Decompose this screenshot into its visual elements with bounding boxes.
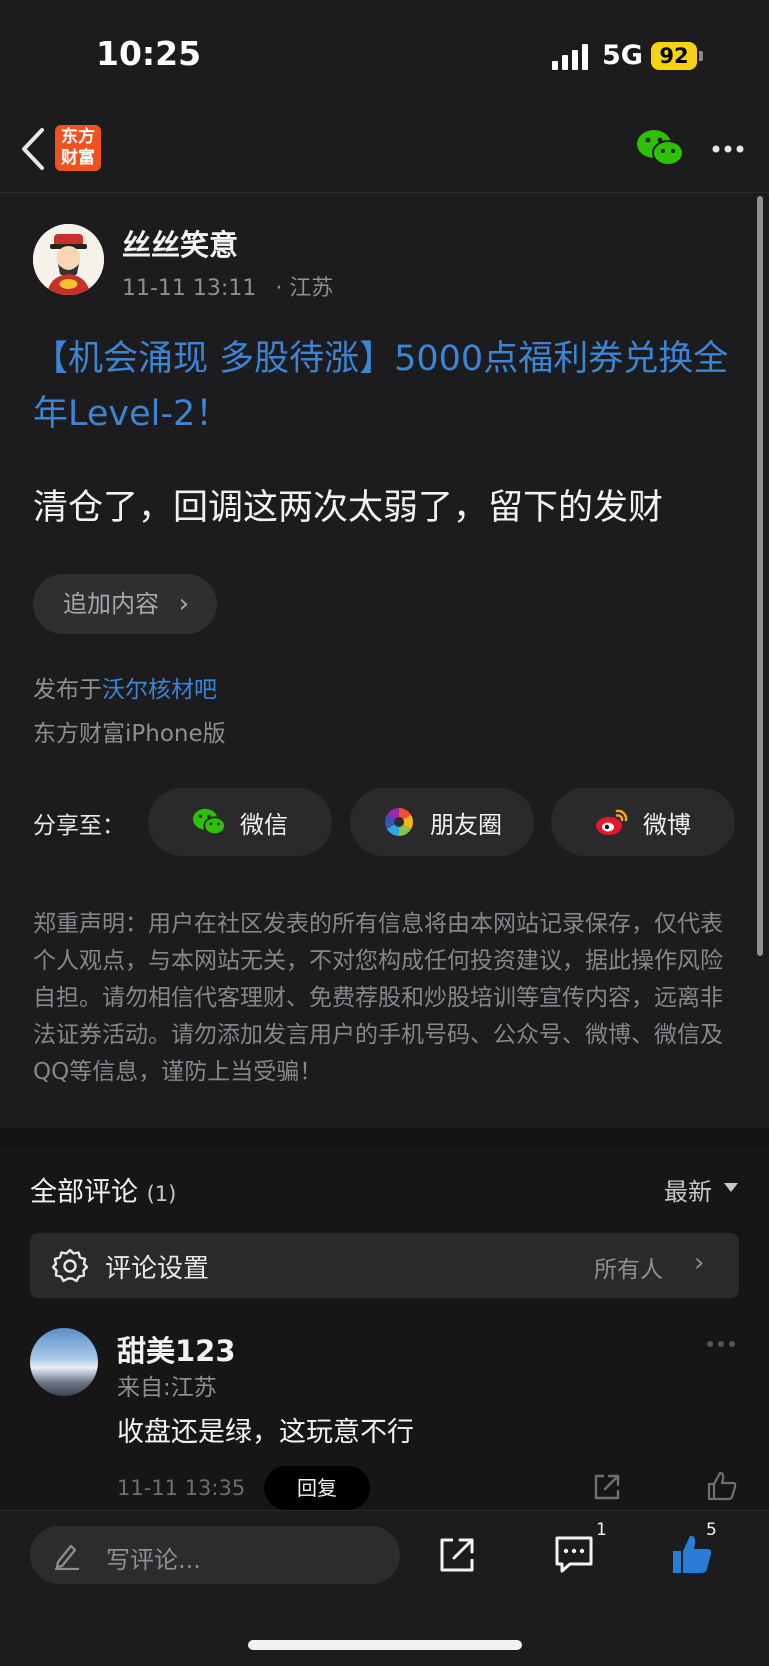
weibo-icon bbox=[596, 809, 628, 835]
append-content-button[interactable]: 追加内容 › bbox=[33, 574, 217, 634]
comment-settings-label: 评论设置 bbox=[105, 1254, 210, 1284]
network-type: 5G bbox=[602, 40, 643, 71]
moments-icon bbox=[385, 808, 413, 836]
share-moments-button[interactable]: 朋友圈 bbox=[350, 788, 534, 856]
share-weibo-label: 微博 bbox=[643, 810, 691, 839]
caret-down-icon[interactable] bbox=[724, 1183, 738, 1192]
forum-link[interactable]: 沃尔核材吧 bbox=[102, 677, 217, 703]
published-in: 发布于沃尔核材吧 bbox=[33, 670, 217, 704]
nav-divider bbox=[0, 192, 769, 193]
back-icon[interactable] bbox=[18, 126, 50, 172]
wechat-icon[interactable] bbox=[636, 128, 684, 168]
comment-more-icon[interactable] bbox=[706, 1340, 736, 1348]
like-count-badge: 5 bbox=[706, 1520, 717, 1540]
share-wechat-label: 微信 bbox=[240, 810, 288, 839]
commenter-location: 来自:江苏 bbox=[117, 1375, 217, 1401]
post-title-link[interactable]: 【机会涌现 多股待涨】5000点福利券兑换全年Level-2！ bbox=[33, 332, 733, 442]
share-icon[interactable] bbox=[437, 1535, 477, 1575]
author-avatar[interactable] bbox=[33, 224, 104, 295]
post-meta: 11-11 13:11 · 江苏 bbox=[122, 270, 333, 302]
post-body: 清仓了，回调这两次太弱了，留下的发财 bbox=[33, 488, 664, 528]
comment-time: 11-11 13:35 bbox=[117, 1476, 246, 1500]
chevron-right-icon: › bbox=[694, 1248, 705, 1278]
comment-count-badge: 1 bbox=[596, 1520, 607, 1540]
comments-title: 全部评论 bbox=[30, 1177, 138, 1208]
commenter-avatar[interactable] bbox=[30, 1328, 98, 1396]
append-content-label: 追加内容 bbox=[63, 590, 159, 618]
share-moments-label: 朋友圈 bbox=[430, 810, 502, 839]
signal-icon bbox=[552, 44, 590, 70]
comments-count: (1) bbox=[146, 1182, 177, 1206]
comment-settings-value: 所有人 bbox=[594, 1257, 663, 1283]
wechat-icon bbox=[192, 808, 226, 836]
disclaimer: 郑重声明：用户在社区发表的所有信息将由本网站记录保存，仅代表个人观点，与本网站无… bbox=[33, 911, 723, 1085]
status-time: 10:25 bbox=[96, 34, 202, 73]
share-wechat-button[interactable]: 微信 bbox=[148, 788, 332, 856]
section-divider bbox=[0, 1128, 769, 1148]
comment-input-placeholder: 写评论... bbox=[106, 1546, 201, 1574]
battery-icon: 92 bbox=[651, 42, 697, 70]
chevron-right-icon: › bbox=[178, 589, 189, 619]
caishen-avatar-icon bbox=[33, 224, 104, 295]
logo-line-2: 财富 bbox=[61, 148, 95, 168]
post-timestamp: 11-11 13:11 bbox=[122, 276, 257, 301]
logo-line-1: 东方 bbox=[61, 127, 95, 147]
post-location: · 江苏 bbox=[275, 276, 334, 301]
comment-text: 收盘还是绿，这玩意不行 bbox=[117, 1417, 414, 1448]
share-icon[interactable] bbox=[592, 1472, 622, 1502]
client-info: 东方财富iPhone版 bbox=[33, 721, 226, 747]
author-name[interactable]: 丝丝笑意 bbox=[122, 222, 238, 264]
published-prefix: 发布于 bbox=[33, 677, 102, 703]
reply-button[interactable]: 回复 bbox=[264, 1466, 370, 1510]
home-indicator[interactable] bbox=[248, 1640, 522, 1650]
thumbs-up-icon[interactable] bbox=[706, 1470, 738, 1502]
more-icon[interactable] bbox=[711, 144, 745, 154]
gear-icon bbox=[52, 1248, 88, 1283]
sort-dropdown[interactable]: 最新 bbox=[664, 1172, 712, 1207]
app-logo[interactable]: 东方 财富 bbox=[55, 125, 101, 171]
comments-header: 全部评论 (1) bbox=[30, 1170, 176, 1209]
comment-input[interactable] bbox=[30, 1526, 400, 1584]
commenter-name[interactable]: 甜美123 bbox=[117, 1328, 236, 1370]
scrollbar[interactable] bbox=[757, 196, 763, 956]
share-label: 分享至： bbox=[33, 813, 125, 839]
battery-nub bbox=[699, 51, 703, 61]
share-weibo-button[interactable]: 微博 bbox=[551, 788, 735, 856]
comment-icon[interactable] bbox=[553, 1534, 595, 1574]
pencil-icon bbox=[55, 1544, 79, 1570]
